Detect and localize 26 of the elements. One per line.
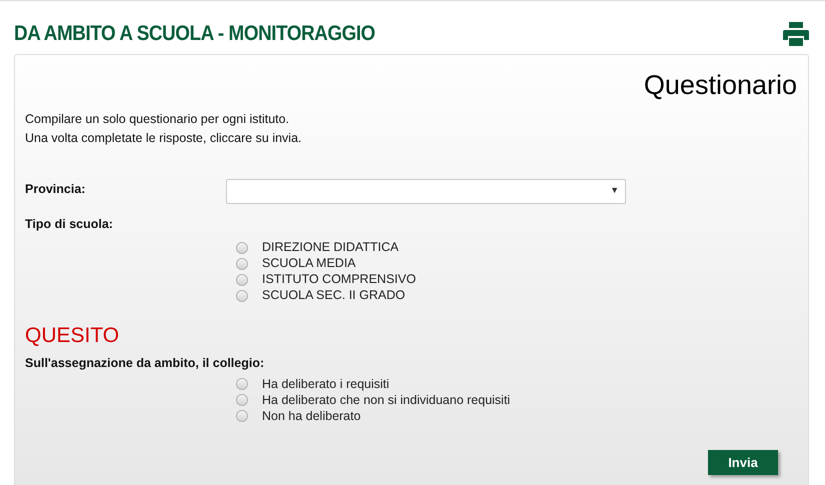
radio-label: Ha deliberato che non si individuano requisiti bbox=[262, 392, 510, 409]
radio-button[interactable] bbox=[236, 378, 248, 390]
instruction-text: Una volta completate le risposte, cliccare su invia. bbox=[25, 130, 303, 147]
radio-label: DIREZIONE DIDATTICA bbox=[262, 239, 399, 256]
radio-button[interactable] bbox=[236, 242, 248, 254]
radio-label: ISTITUTO COMPRENSIVO bbox=[262, 271, 416, 288]
radio-label: Non ha deliberato bbox=[262, 408, 361, 425]
radio-button[interactable] bbox=[236, 274, 248, 286]
field-label: Provincia: bbox=[25, 180, 86, 198]
radio-label: SCUOLA SEC. II GRADO bbox=[262, 287, 406, 304]
radio-button[interactable] bbox=[236, 410, 248, 422]
caret-icon: ▼ bbox=[610, 184, 619, 198]
radio-button[interactable] bbox=[236, 258, 248, 270]
print-icon[interactable] bbox=[783, 22, 809, 46]
radio-button[interactable] bbox=[236, 290, 248, 302]
radio-button[interactable] bbox=[236, 394, 248, 406]
card-title: Questionario bbox=[644, 69, 797, 102]
question-text: Sull'assegnazione da ambito, il collegio: bbox=[25, 354, 266, 372]
instruction-text: Compilare un solo questionario per ogni istituto. bbox=[25, 110, 290, 128]
field-label: Tipo di scuola: bbox=[25, 216, 113, 230]
submit-button[interactable]: Invia bbox=[708, 450, 778, 476]
page-title: DA AMBITO A SCUOLA - MONITORAGGIO bbox=[14, 21, 376, 48]
radio-label: Ha deliberato i requisiti bbox=[262, 376, 390, 393]
radio-label: SCUOLA MEDIA bbox=[262, 255, 356, 272]
section-heading: QUESITO bbox=[25, 324, 120, 348]
province-select[interactable]: ▼ bbox=[226, 178, 626, 204]
